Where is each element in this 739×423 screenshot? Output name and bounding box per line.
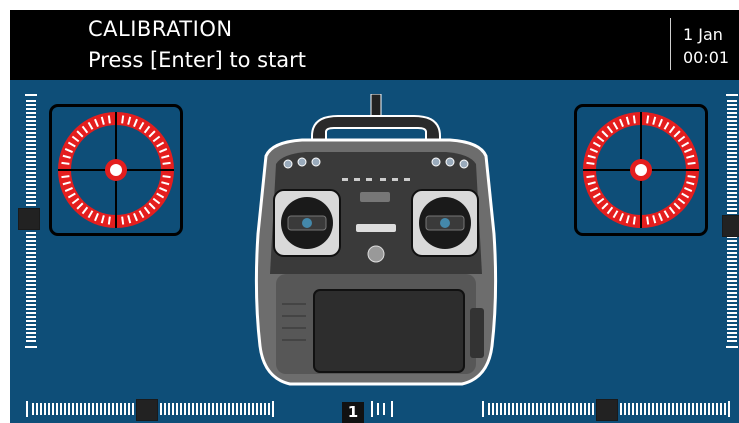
center-mini-trim [371,401,393,417]
time-label: 00:01 [683,48,730,67]
page-title: CALIBRATION [88,17,233,41]
page-subtitle: Press [Enter] to start [88,48,307,72]
header-separator [670,18,671,70]
right-gimbal-display [583,112,699,228]
right-horizontal-trim-knob[interactable] [596,399,618,421]
flight-mode-number: 1 [342,402,364,423]
left-horizontal-trim-knob[interactable] [136,399,158,421]
right-gimbal-box [574,104,708,236]
left-vertical-trim-knob[interactable] [18,208,40,230]
left-gimbal-display [58,112,174,228]
radio-transmitter-image [254,94,498,386]
left-gimbal-box [49,104,183,236]
date-label: 1 Jan [683,25,723,44]
right-vertical-trim-knob[interactable] [722,215,739,237]
calibration-screen: CALIBRATION Press [Enter] to start 1 Jan… [10,10,739,423]
header-bar: CALIBRATION Press [Enter] to start 1 Jan… [10,10,739,80]
